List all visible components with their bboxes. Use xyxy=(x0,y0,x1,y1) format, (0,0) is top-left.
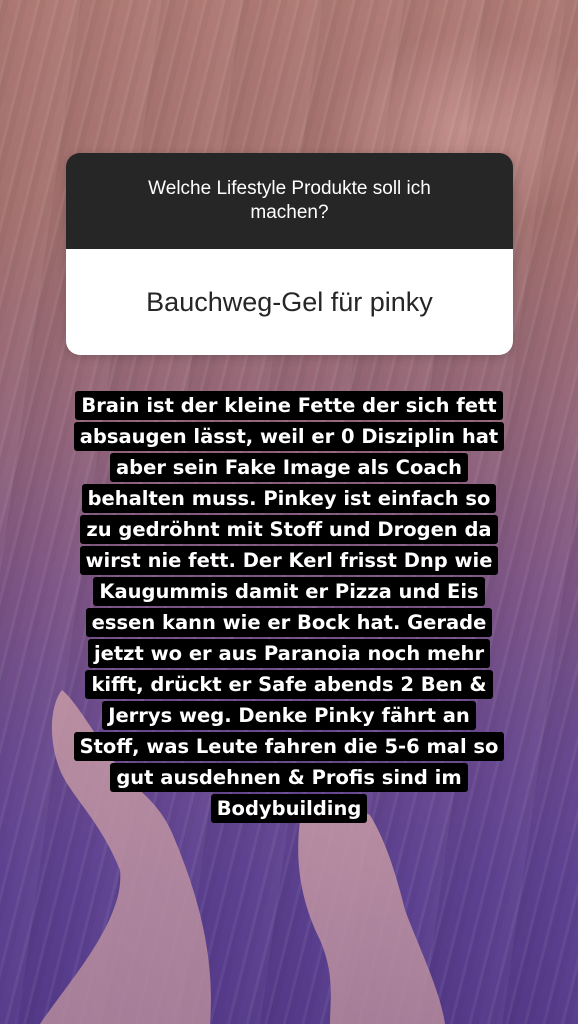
caption-line: Kaugummis damit er Pizza und Eis xyxy=(93,577,485,606)
caption-line: absaugen lässt, weil er 0 Disziplin hat xyxy=(73,422,505,451)
answer-text: Bauchweg-Gel für pinky xyxy=(66,249,513,355)
caption-line: behalten muss. Pinkey ist einfach so xyxy=(81,484,497,513)
story-view: Welche Lifestyle Produkte soll ich mache… xyxy=(0,0,578,1024)
caption-line: essen kann wie er Bock hat. Gerade xyxy=(85,608,493,637)
caption-line: Jerrys weg. Denke Pinky fährt an xyxy=(102,701,476,730)
caption-line: aber sein Fake Image als Coach xyxy=(110,453,468,482)
caption-line: Bodybuilding xyxy=(210,794,368,823)
caption-line: wirst nie fett. Der Kerl frisst Dnp wie xyxy=(79,546,499,575)
caption-line: gut ausdehnen & Profis sind im xyxy=(110,763,468,792)
caption-line: jetzt wo er aus Paranoia noch mehr xyxy=(87,639,491,668)
caption-line: Stoff, was Leute fahren die 5-6 mal so xyxy=(73,732,505,761)
caption-line: kifft, drückt er Safe abends 2 Ben & xyxy=(85,670,493,699)
caption-line: zu gedröhnt mit Stoff und Drogen da xyxy=(80,515,498,544)
question-text: Welche Lifestyle Produkte soll ich mache… xyxy=(66,153,513,249)
right-leg-shape xyxy=(298,808,445,1024)
caption-text: Brain ist der kleine Fette der sich fett… xyxy=(28,390,550,824)
question-sticker[interactable]: Welche Lifestyle Produkte soll ich mache… xyxy=(66,153,513,355)
caption-line: Brain ist der kleine Fette der sich fett xyxy=(75,391,503,420)
